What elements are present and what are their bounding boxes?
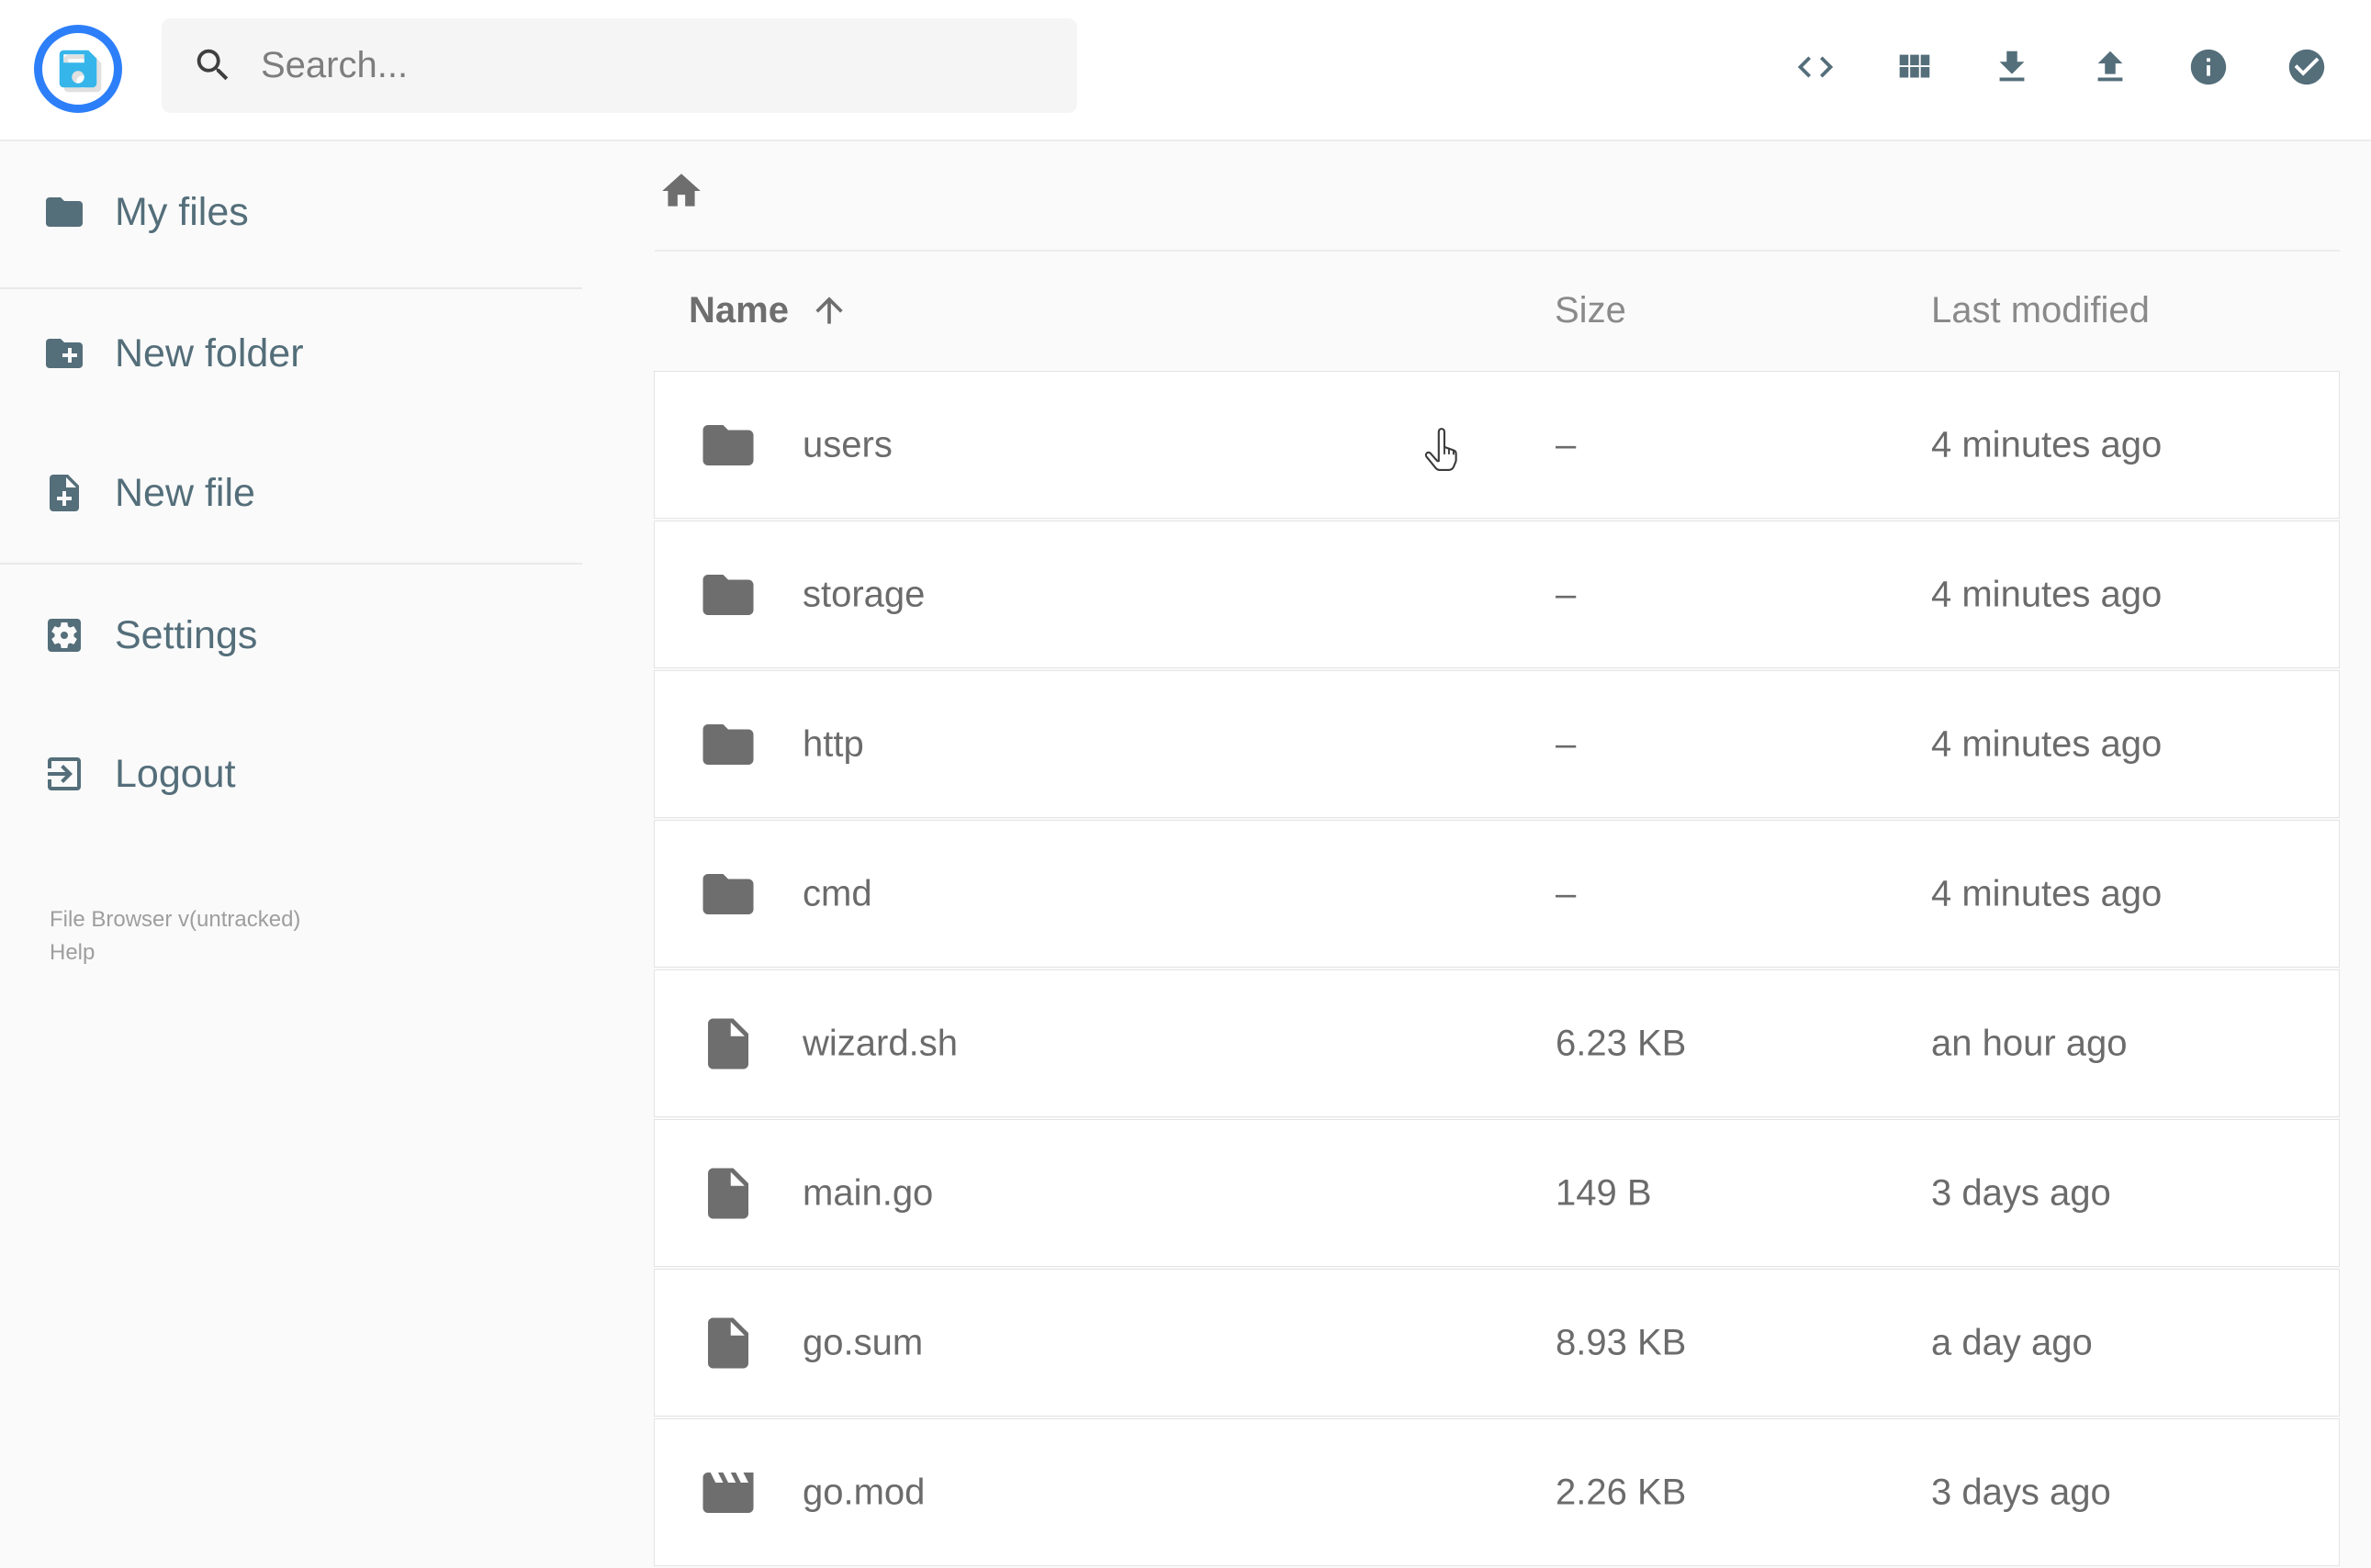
sidebar-item-label: Logout <box>115 751 236 796</box>
sort-header-modified[interactable]: Last modified <box>1931 290 2150 330</box>
file-name: http <box>803 723 864 764</box>
file-name: wizard.sh <box>803 1023 958 1063</box>
file-icon <box>698 1014 758 1074</box>
table-row[interactable]: go.sum 8.93 KB a day ago <box>654 1269 2340 1417</box>
code-icon <box>1794 46 1837 88</box>
file-modified: 4 minutes ago <box>1931 574 2163 614</box>
breadcrumb-home-button[interactable] <box>655 164 708 218</box>
sidebar-divider <box>0 287 582 289</box>
table-row[interactable]: users – 4 minutes ago <box>654 371 2340 519</box>
download-icon <box>1991 46 2033 88</box>
sidebar-credits: File Browser v(untracked) Help <box>50 903 300 969</box>
app-logo[interactable] <box>34 25 122 113</box>
file-size: – <box>1556 574 1577 614</box>
search-input[interactable] <box>162 18 1077 113</box>
folder-icon <box>698 565 758 625</box>
column-label-size: Size <box>1555 289 1626 330</box>
help-link[interactable]: Help <box>50 936 95 969</box>
sort-header-name[interactable]: Name <box>689 290 849 330</box>
column-label-name: Name <box>689 289 789 330</box>
download-button[interactable] <box>1991 46 2033 88</box>
file-size: – <box>1556 424 1577 465</box>
folder-icon <box>698 864 758 924</box>
sidebar-item-label: New file <box>115 470 255 515</box>
sidebar-item-label: New folder <box>115 330 304 375</box>
floppy-disk-icon <box>53 44 103 94</box>
info-button[interactable] <box>2187 46 2230 88</box>
file-modified: an hour ago <box>1931 1023 2128 1063</box>
grid-view-icon <box>1893 46 1935 88</box>
new-folder-icon <box>42 331 86 375</box>
sidebar-item-my-files[interactable]: My files <box>0 179 582 245</box>
table-row[interactable]: go.mod 2.26 KB 3 days ago <box>654 1418 2340 1566</box>
upload-button[interactable] <box>2089 46 2131 88</box>
folder-icon <box>42 190 86 234</box>
file-listing: users – 4 minutes ago storage – 4 minute… <box>654 371 2340 1568</box>
logout-icon <box>42 752 86 796</box>
info-icon <box>2187 46 2230 88</box>
file-name: cmd <box>803 873 872 913</box>
file-name: go.mod <box>803 1472 926 1512</box>
top-bar <box>0 0 2371 141</box>
search-bar[interactable] <box>162 18 1077 113</box>
arrow-up-icon <box>809 290 849 330</box>
settings-icon <box>42 613 86 657</box>
folder-icon <box>698 714 758 775</box>
sidebar-item-label: Settings <box>115 612 258 657</box>
table-row[interactable]: http – 4 minutes ago <box>654 670 2340 818</box>
file-icon <box>698 1313 758 1373</box>
sidebar-item-label: My files <box>115 189 249 234</box>
file-size: – <box>1556 873 1577 913</box>
code-view-button[interactable] <box>1794 46 1837 88</box>
file-size: 149 B <box>1556 1172 1652 1213</box>
column-label-modified: Last modified <box>1931 289 2150 330</box>
sidebar-divider <box>0 563 582 565</box>
file-modified: 4 minutes ago <box>1931 424 2163 465</box>
grid-view-button[interactable] <box>1893 46 1935 88</box>
check-circle-icon <box>2286 46 2328 88</box>
upload-icon <box>2089 46 2131 88</box>
new-file-icon <box>42 471 86 515</box>
sort-header-size[interactable]: Size <box>1555 290 1626 330</box>
table-row[interactable]: main.go 149 B 3 days ago <box>654 1119 2340 1267</box>
file-icon <box>698 1163 758 1224</box>
file-size: 2.26 KB <box>1556 1472 1687 1512</box>
sidebar-item-logout[interactable]: Logout <box>0 741 582 807</box>
file-modified: 4 minutes ago <box>1931 873 2163 913</box>
file-modified: 3 days ago <box>1931 1472 2111 1512</box>
sidebar-item-new-file[interactable]: New file <box>0 460 582 526</box>
file-name: users <box>803 424 893 465</box>
file-modified: a day ago <box>1931 1322 2093 1362</box>
table-row[interactable]: cmd – 4 minutes ago <box>654 820 2340 968</box>
file-name: storage <box>803 574 926 614</box>
sidebar-item-new-folder[interactable]: New folder <box>0 320 582 386</box>
file-modified: 3 days ago <box>1931 1172 2111 1213</box>
table-row[interactable]: wizard.sh 6.23 KB an hour ago <box>654 969 2340 1117</box>
file-size: 8.93 KB <box>1556 1322 1687 1362</box>
breadcrumb-divider <box>655 250 2340 252</box>
app-version-text: File Browser v(untracked) <box>50 907 301 932</box>
file-name: main.go <box>803 1172 934 1213</box>
file-size: 6.23 KB <box>1556 1023 1687 1063</box>
folder-icon <box>698 415 758 476</box>
file-size: – <box>1556 723 1577 764</box>
file-name: go.sum <box>803 1322 924 1362</box>
table-row[interactable]: storage – 4 minutes ago <box>654 521 2340 668</box>
file-modified: 4 minutes ago <box>1931 723 2163 764</box>
home-icon <box>658 168 704 214</box>
movie-icon <box>698 1462 758 1523</box>
sidebar-item-settings[interactable]: Settings <box>0 602 582 668</box>
select-multiple-button[interactable] <box>2286 46 2328 88</box>
